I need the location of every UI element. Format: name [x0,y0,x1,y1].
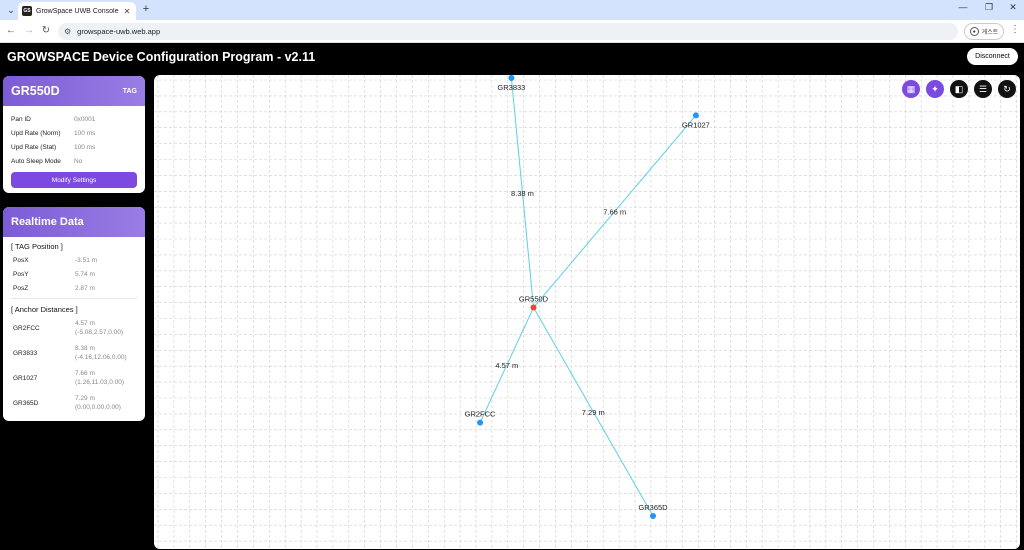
anchor-dist: 8.38 m [75,345,95,352]
new-tab-icon[interactable]: + [140,3,152,15]
tab-title: GrowSpace UWB Console [36,7,119,15]
distance-label: 7.29 m [582,408,605,417]
anchor-marker[interactable] [692,112,699,119]
browser-tab[interactable]: GS GrowSpace UWB Console ✕ [18,2,136,20]
anchor-value: 7.66 m (1.26,11.03,0.00) [75,370,124,387]
anchor-distance-row: GR3833 8.38 m (-4.16,12.06,0.00) [3,341,145,366]
tab-search-icon[interactable]: ⌄ [4,3,18,17]
anchor-label: GR1027 [13,375,38,382]
info-label: Upd Rate (Stat) [11,143,57,151]
distance-label: 7.66 m [603,207,626,216]
anchor-distance-row: GR365D 7.29 m (0.00,0.00,0.00) [3,391,145,416]
info-label: Pan ID [11,115,31,123]
magic-wand-icon[interactable]: ✦ [926,80,944,98]
anchor-label: GR2FCC [13,325,40,332]
reload-icon[interactable]: ↻ [39,24,53,38]
anchor-distance-row: GR2FCC 4.57 m (-5.08,2.57,0.00) [3,316,145,341]
profile-icon: ● [969,27,979,36]
pos-value: 2.87 m [75,284,95,292]
info-value: 100 ms [74,129,96,137]
browser-tabstrip: ⌄ GS GrowSpace UWB Console ✕ + — ❐ ✕ [0,0,1024,20]
info-row-auto-sleep: Auto Sleep Mode No [3,154,145,168]
site-info-icon[interactable]: ⚙ [64,27,71,36]
distance-label: 8.38 m [511,189,534,198]
anchor-name-label: GR365D [638,503,668,512]
anchor-dist: 7.29 m [75,395,95,402]
info-value: No [74,157,83,165]
refresh-icon[interactable]: ↻ [998,80,1016,98]
minimize-icon[interactable]: — [952,2,974,12]
realtime-card-header: Realtime Data [3,207,145,237]
anchor-name-label: GR3833 [497,83,525,92]
address-bar[interactable]: ⚙ growspace-uwb.web.app [58,23,958,40]
info-row-upd-rate-stat: Upd Rate (Stat) 100 ms [3,140,145,154]
disconnect-button[interactable]: Disconnect [967,48,1018,65]
map-canvas[interactable]: 8.38 m 7.66 m 4.57 m 7.29 m GR3833 GR1027 GR2F… [154,75,1020,549]
modify-settings-button[interactable]: Modify Settings [11,172,137,188]
pos-label: PosZ [13,284,29,292]
info-label: Upd Rate (Norm) [11,129,61,137]
back-icon[interactable]: ← [4,24,18,38]
anchor-label: GR365D [13,400,39,407]
anchor-name-label: GR2FCC [465,410,496,419]
anchor-dist: 4.57 m [75,320,95,327]
profile-button[interactable]: ● 게스트 [964,23,1004,40]
info-value: 0x0001 [74,115,96,123]
anchor-coord: (-5.08,2.57,0.00) [75,328,124,336]
tag-name-label: GR550D [519,295,549,304]
tag-position-heading: [ TAG Position ] [11,241,63,251]
anchor-value: 8.38 m (-4.16,12.06,0.00) [75,345,127,362]
info-row-pan-id: Pan ID 0x0001 [3,112,145,126]
device-card: GR550D TAG Pan ID 0x0001 Upd Rate (Norm)… [3,76,145,193]
sliders-icon[interactable]: ☰ [974,80,992,98]
anchor-coord: (-4.16,12.06,0.00) [75,353,127,361]
menu-kebab-icon[interactable]: ⋮ [1010,24,1020,35]
realtime-card: Realtime Data [ TAG Position ] PosX -3.5… [3,207,145,421]
anchor-marker[interactable] [650,513,656,519]
url-text: growspace-uwb.web.app [77,27,161,36]
pos-label: PosX [13,256,29,264]
anchor-label: GR3833 [13,350,38,357]
tab-close-icon[interactable]: ✕ [122,7,132,16]
tag-marker[interactable] [530,304,537,311]
anchor-marker[interactable] [508,75,515,81]
app-header: GROWSPACE Device Configuration Program -… [0,43,1024,71]
page-title: GROWSPACE Device Configuration Program -… [7,50,316,64]
compare-icon[interactable]: ◧ [950,80,968,98]
device-card-header: GR550D TAG [3,76,145,106]
device-type-badge: TAG [122,87,137,95]
pos-row: PosX -3.51 m [3,253,145,267]
distance-label: 4.57 m [495,361,518,370]
favicon-icon: GS [22,6,32,16]
info-value: 100 ms [74,143,96,151]
pos-value: -3.51 m [75,256,98,264]
divider [11,298,137,299]
anchor-value: 4.57 m (-5.08,2.57,0.00) [75,320,123,337]
device-name: GR550D [11,84,60,98]
pos-row: PosY 5.74 m [3,267,145,281]
anchor-distance-row: GR1027 7.66 m (1.26,11.03,0.00) [3,366,145,391]
close-window-icon[interactable]: ✕ [1002,2,1024,13]
forward-icon[interactable]: → [22,24,36,38]
info-row-upd-rate-norm: Upd Rate (Norm) 100 ms [3,126,145,140]
restore-icon[interactable]: ❐ [978,2,1000,13]
anchor-dist: 7.66 m [75,370,95,377]
pos-row: PosZ 2.87 m [3,281,145,295]
realtime-title: Realtime Data [11,216,84,228]
pos-value: 5.74 m [75,270,95,278]
anchor-name-label: GR1027 [682,120,710,129]
grid-icon[interactable]: ▦ [902,80,920,98]
anchor-coord: (0.00,0.00,0.00) [75,403,121,411]
anchor-value: 7.29 m (0.00,0.00,0.00) [75,395,121,412]
position-map[interactable]: 8.38 m 7.66 m 4.57 m 7.29 m GR3833 GR1027 GR2F… [154,75,1020,549]
profile-label: 게스트 [981,30,999,36]
info-label: Auto Sleep Mode [11,157,61,165]
anchor-marker[interactable] [477,419,484,426]
anchor-coord: (1.26,11.03,0.00) [75,378,125,386]
pos-label: PosY [13,270,29,278]
browser-toolbar: ← → ↻ ⚙ growspace-uwb.web.app ● 게스트 ⋮ [0,20,1024,43]
anchor-distances-heading: [ Anchor Distances ] [11,304,78,314]
